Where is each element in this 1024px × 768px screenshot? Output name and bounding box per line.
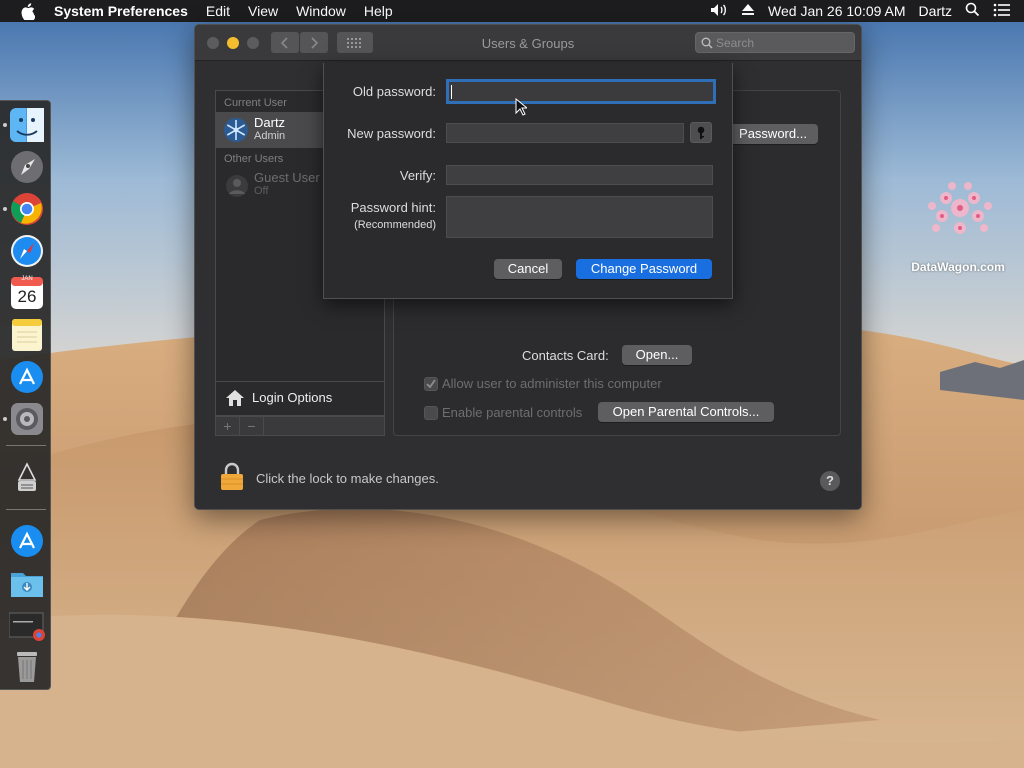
snowflake-avatar-icon xyxy=(224,118,248,142)
mouse-pointer-icon xyxy=(515,97,529,119)
menu-help[interactable]: Help xyxy=(364,3,393,19)
other-users-header: Other Users xyxy=(224,153,284,165)
watermark-flower-logo xyxy=(928,182,992,234)
old-password-label: Old password: xyxy=(352,84,436,99)
menu-bar: System Preferences Edit View Window Help… xyxy=(0,0,1024,22)
current-user-header: Current User xyxy=(224,97,287,109)
user-menu[interactable]: Dartz xyxy=(919,3,952,19)
running-indicator xyxy=(3,207,7,211)
user-name: Dartz xyxy=(254,115,286,130)
running-indicator xyxy=(3,417,7,421)
menu-view[interactable]: View xyxy=(248,3,278,19)
login-options-row[interactable]: Login Options xyxy=(215,382,385,416)
allow-admin-label: Allow user to administer this computer xyxy=(442,376,662,391)
password-hint-sublabel: (Recommended) xyxy=(354,219,436,231)
parental-controls-checkbox[interactable] xyxy=(424,406,438,420)
house-icon xyxy=(226,390,244,406)
menu-window[interactable]: Window xyxy=(296,3,346,19)
guest-user-icon xyxy=(226,175,248,197)
change-password-sheet: Old password: New password: Verify: Pass… xyxy=(323,63,733,299)
window-titlebar: Users & Groups xyxy=(195,25,861,61)
add-user-button[interactable]: + xyxy=(216,417,240,435)
app-store-icon[interactable] xyxy=(9,359,45,395)
help-button[interactable]: ? xyxy=(820,471,840,491)
change-password-confirm-button[interactable]: Change Password xyxy=(576,259,712,279)
notification-center-icon[interactable] xyxy=(993,3,1011,20)
add-remove-bar: + − xyxy=(215,416,385,436)
contacts-card-label: Contacts Card: xyxy=(522,348,609,363)
cancel-button[interactable]: Cancel xyxy=(494,259,562,279)
menu-edit[interactable]: Edit xyxy=(206,3,230,19)
user-status: Off xyxy=(254,185,269,197)
volume-icon[interactable] xyxy=(710,3,728,20)
calendar-icon[interactable]: JAN 26 xyxy=(9,275,45,311)
clock[interactable]: Wed Jan 26 10:09 AM xyxy=(768,3,906,19)
new-password-field[interactable] xyxy=(446,123,684,143)
watermark: DataWagon.com xyxy=(900,168,1020,274)
checkmark-icon xyxy=(426,379,436,389)
password-hint-label: Password hint: xyxy=(350,200,436,215)
trash-icon[interactable] xyxy=(9,649,45,685)
safari-icon[interactable] xyxy=(9,233,45,269)
apple-menu-icon[interactable] xyxy=(19,2,37,20)
new-password-label: New password: xyxy=(347,126,436,141)
launchpad-icon[interactable] xyxy=(9,149,45,185)
password-hint-field[interactable] xyxy=(446,196,713,238)
finder-icon[interactable] xyxy=(9,107,45,143)
user-name: Guest User xyxy=(254,170,320,185)
text-caret xyxy=(451,85,452,99)
open-contacts-button[interactable]: Open... xyxy=(622,345,692,365)
utility-app-icon[interactable] xyxy=(9,461,45,497)
allow-admin-checkbox[interactable] xyxy=(424,377,438,391)
open-parental-controls-button[interactable]: Open Parental Controls... xyxy=(598,402,774,422)
parental-controls-label: Enable parental controls xyxy=(442,405,583,420)
key-icon xyxy=(697,126,705,139)
verify-field[interactable] xyxy=(446,165,713,185)
dock-separator xyxy=(6,509,46,510)
spotlight-icon[interactable] xyxy=(965,2,980,20)
verify-label: Verify: xyxy=(399,168,436,183)
calendar-day: 26 xyxy=(17,287,37,306)
calendar-month: JAN xyxy=(21,276,33,282)
old-password-field[interactable] xyxy=(446,79,716,104)
watermark-text: DataWagon.com xyxy=(911,260,1005,274)
chrome-app-shortcut-icon[interactable] xyxy=(8,609,45,645)
app-menu[interactable]: System Preferences xyxy=(54,3,188,19)
login-options-label: Login Options xyxy=(252,390,333,405)
user-role: Admin xyxy=(254,130,286,142)
password-assistant-button[interactable] xyxy=(690,122,712,143)
search-field[interactable] xyxy=(695,32,855,53)
search-input[interactable] xyxy=(716,35,851,50)
change-password-button[interactable]: Password... xyxy=(728,124,818,144)
app-store-downloads-icon[interactable] xyxy=(9,523,45,559)
lock-message: Click the lock to make changes. xyxy=(256,471,439,486)
lock-icon[interactable] xyxy=(219,461,245,491)
system-preferences-icon[interactable] xyxy=(9,401,45,437)
eject-icon[interactable] xyxy=(741,3,755,19)
downloads-folder-icon[interactable] xyxy=(9,565,45,601)
dock: JAN 26 xyxy=(0,100,51,690)
chrome-icon[interactable] xyxy=(9,191,45,227)
search-icon xyxy=(701,37,713,49)
running-indicator xyxy=(3,123,7,127)
remove-user-button[interactable]: − xyxy=(240,417,264,435)
notes-icon[interactable] xyxy=(9,317,45,353)
dock-separator xyxy=(6,445,46,446)
